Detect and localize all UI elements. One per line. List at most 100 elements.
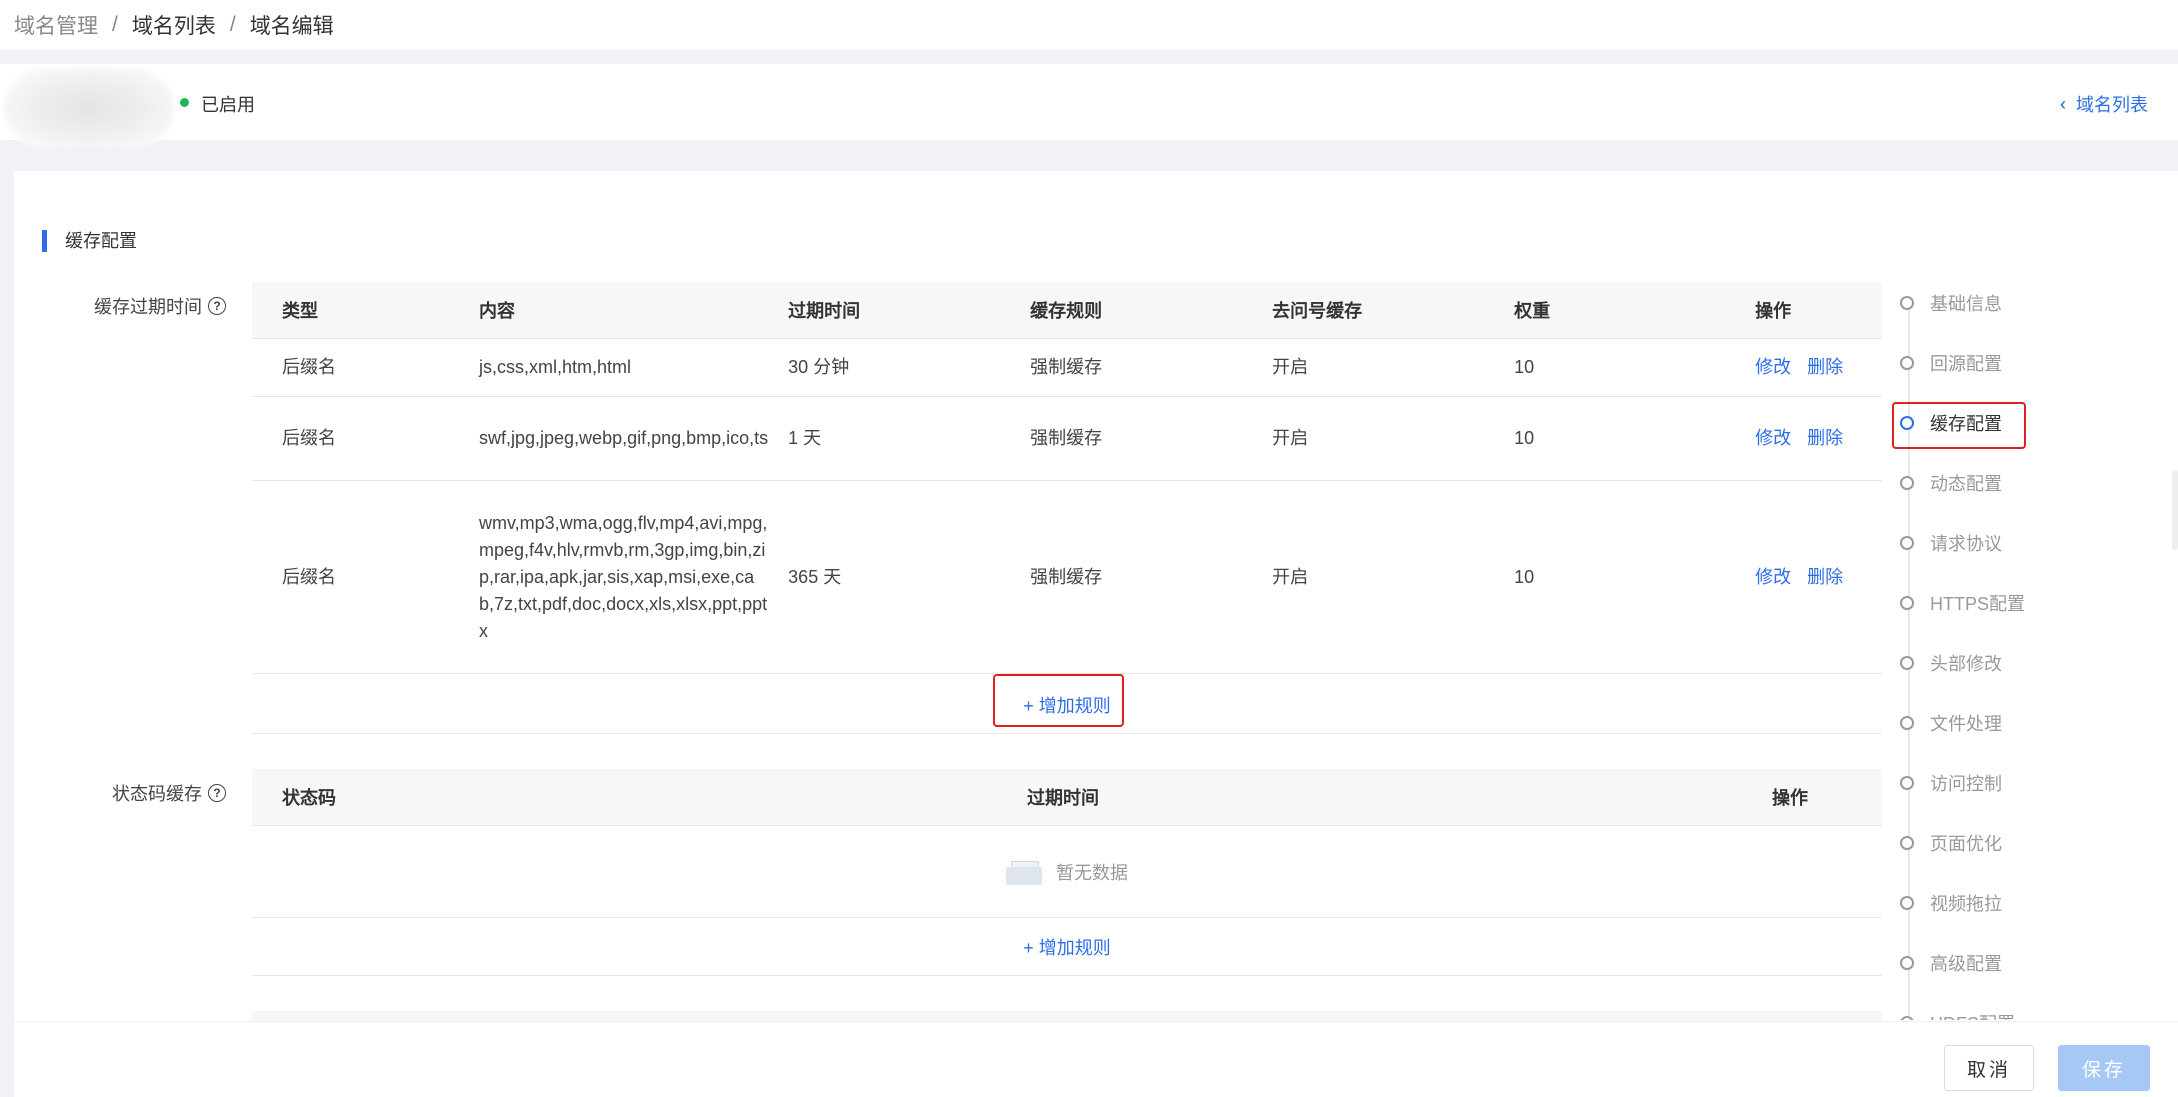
side-nav-protocol[interactable]: 请求协议 [1890,528,2002,558]
status-cache-label: 状态码缓存 ? [112,780,226,806]
nav-dot-icon [1900,356,1914,370]
breadcrumb-domain-list[interactable]: 域名列表 [132,10,216,40]
col-header-actions: 操作 [1772,769,1882,826]
col-header-ignore-query: 去问号缓存 [1272,282,1515,339]
side-nav-header[interactable]: 头部修改 [1890,648,2002,678]
empty-text: 暂无数据 [1056,863,1128,883]
table-row: 后缀名 swf,jpg,jpeg,webp,gif,png,bmp,ico,ts… [252,396,1882,481]
table-row: 后缀名 wmv,mp3,wma,ogg,flv,mp4,avi,mpg,mpeg… [252,480,1882,674]
col-header-content: 内容 [479,282,789,339]
nav-dot-icon [1900,1016,1914,1020]
nav-dot-icon [1900,656,1914,670]
side-nav-label: 文件处理 [1930,714,2002,734]
empty-box-icon [1006,859,1042,885]
blurred-domain-name [4,68,174,148]
side-nav-label: HDFS配置 [1930,1010,2015,1020]
domain-header: 已启用 ‹‹ 域名列表 [0,64,2178,148]
side-nav-label: 高级配置 [1930,954,2002,974]
col-header-weight: 权重 [1514,282,1756,339]
cell-expire: 30 分钟 [788,338,1031,397]
highlight-add-rule [993,674,1124,727]
cell-actions: 修改 删除 [1755,480,1882,674]
side-nav-label: 请求协议 [1930,534,2002,554]
breadcrumb-domain-management[interactable]: 域名管理 [14,10,98,40]
nav-dot-icon [1900,956,1914,970]
nav-dot-icon [1900,476,1914,490]
nav-dot-icon [1900,296,1914,310]
cache-expiry-label: 缓存过期时间 ? [94,293,226,319]
cell-rule: 强制缓存 [1030,396,1273,481]
edit-link[interactable]: 修改 [1755,567,1791,587]
cell-weight: 10 [1514,338,1756,397]
side-nav-label: 视频拖拉 [1930,894,2002,914]
side-nav-label: 基础信息 [1930,294,2002,314]
side-nav-advanced[interactable]: 高级配置 [1890,948,2002,978]
cancel-button[interactable]: 取消 [1944,1045,2034,1091]
side-nav-hdfs[interactable]: HDFS配置 [1890,1008,2015,1020]
side-nav-label: 访问控制 [1930,774,2002,794]
help-icon[interactable]: ? [208,784,226,802]
cell-ignore-query: 开启 [1272,480,1515,674]
cell-actions: 修改 删除 [1755,396,1882,481]
side-nav-label: 动态配置 [1930,474,2002,494]
nav-dot-icon [1900,836,1914,850]
side-nav-https[interactable]: HTTPS配置 [1890,588,2025,618]
side-nav-video[interactable]: 视频拖拉 [1890,888,2002,918]
back-to-domain-list-link[interactable]: ‹‹ 域名列表 [2060,91,2148,117]
cell-type: 后缀名 [252,338,479,397]
scrollbar[interactable] [2172,470,2178,550]
nav-dot-icon [1900,416,1914,430]
add-status-rule-row: + 增加规则 [252,918,1882,976]
nav-dot-icon [1900,776,1914,790]
cell-type: 后缀名 [252,396,479,481]
table-row: 后缀名 js,css,xml,htm,html 30 分钟 强制缓存 开启 10… [252,338,1882,397]
back-link-label: 域名列表 [2076,95,2148,115]
cell-type: 后缀名 [252,480,479,674]
add-status-rule-button[interactable]: + 增加规则 [1023,934,1111,960]
col-header-expire: 过期时间 [788,282,1031,339]
delete-link[interactable]: 删除 [1807,567,1843,587]
col-header-status-code: 状态码 [252,769,1027,826]
footer-bar: 取消 保存 [14,1021,2178,1097]
cache-expiry-label-text: 缓存过期时间 [94,297,202,317]
cell-content: js,css,xml,htm,html [479,338,789,397]
col-header-actions: 操作 [1755,282,1882,339]
side-anchor-nav: 基础信息 回源配置 缓存配置 动态配置 请求协议 HTTPS配置 头部修改 文件… [1890,290,2090,1020]
breadcrumb-domain-edit: 域名编辑 [249,15,334,38]
side-nav-page-opt[interactable]: 页面优化 [1890,828,2002,858]
cache-config-card: 缓存配置 缓存过期时间 ? 类型 内容 过期时间 缓存规则 去问号缓存 权重 操… [14,171,2178,1021]
side-nav-dynamic[interactable]: 动态配置 [1890,468,2002,498]
col-header-type: 类型 [252,282,479,339]
side-nav-label: HTTPS配置 [1930,594,2026,614]
cell-expire: 365 天 [788,480,1031,674]
cell-ignore-query: 开启 [1272,396,1515,481]
edit-link[interactable]: 修改 [1755,428,1791,448]
side-nav-origin[interactable]: 回源配置 [1890,348,2002,378]
save-button[interactable]: 保存 [2058,1045,2150,1091]
status-dot-icon [180,98,189,107]
breadcrumb-separator: / [229,13,236,36]
cache-expiry-table: 类型 内容 过期时间 缓存规则 去问号缓存 权重 操作 后缀名 js,css,x… [252,282,1882,674]
cell-ignore-query: 开启 [1272,338,1515,397]
col-header-rule: 缓存规则 [1030,282,1273,339]
cell-actions: 修改 删除 [1755,338,1882,397]
nav-dot-icon [1900,596,1914,610]
empty-state: 暂无数据 [252,827,1882,918]
cell-content: wmv,mp3,wma,ogg,flv,mp4,avi,mpg,mpeg,f4v… [479,480,789,674]
side-nav-label: 头部修改 [1930,654,2002,674]
nav-dot-icon [1900,896,1914,910]
cell-content: swf,jpg,jpeg,webp,gif,png,bmp,ico,ts [479,396,789,481]
edit-link[interactable]: 修改 [1755,357,1791,377]
breadcrumb: 域名管理 / 域名列表 / 域名编辑 [0,0,2178,50]
side-nav-access[interactable]: 访问控制 [1890,768,2002,798]
nav-dot-icon [1900,536,1914,550]
side-nav-basic-info[interactable]: 基础信息 [1890,290,2002,318]
delete-link[interactable]: 删除 [1807,428,1843,448]
delete-link[interactable]: 删除 [1807,357,1843,377]
cell-rule: 强制缓存 [1030,338,1273,397]
cell-expire: 1 天 [788,396,1031,481]
cell-weight: 10 [1514,480,1756,674]
status-cache-table: 状态码 过期时间 操作 [252,769,1882,826]
side-nav-file[interactable]: 文件处理 [1890,708,2002,738]
help-icon[interactable]: ? [208,297,226,315]
